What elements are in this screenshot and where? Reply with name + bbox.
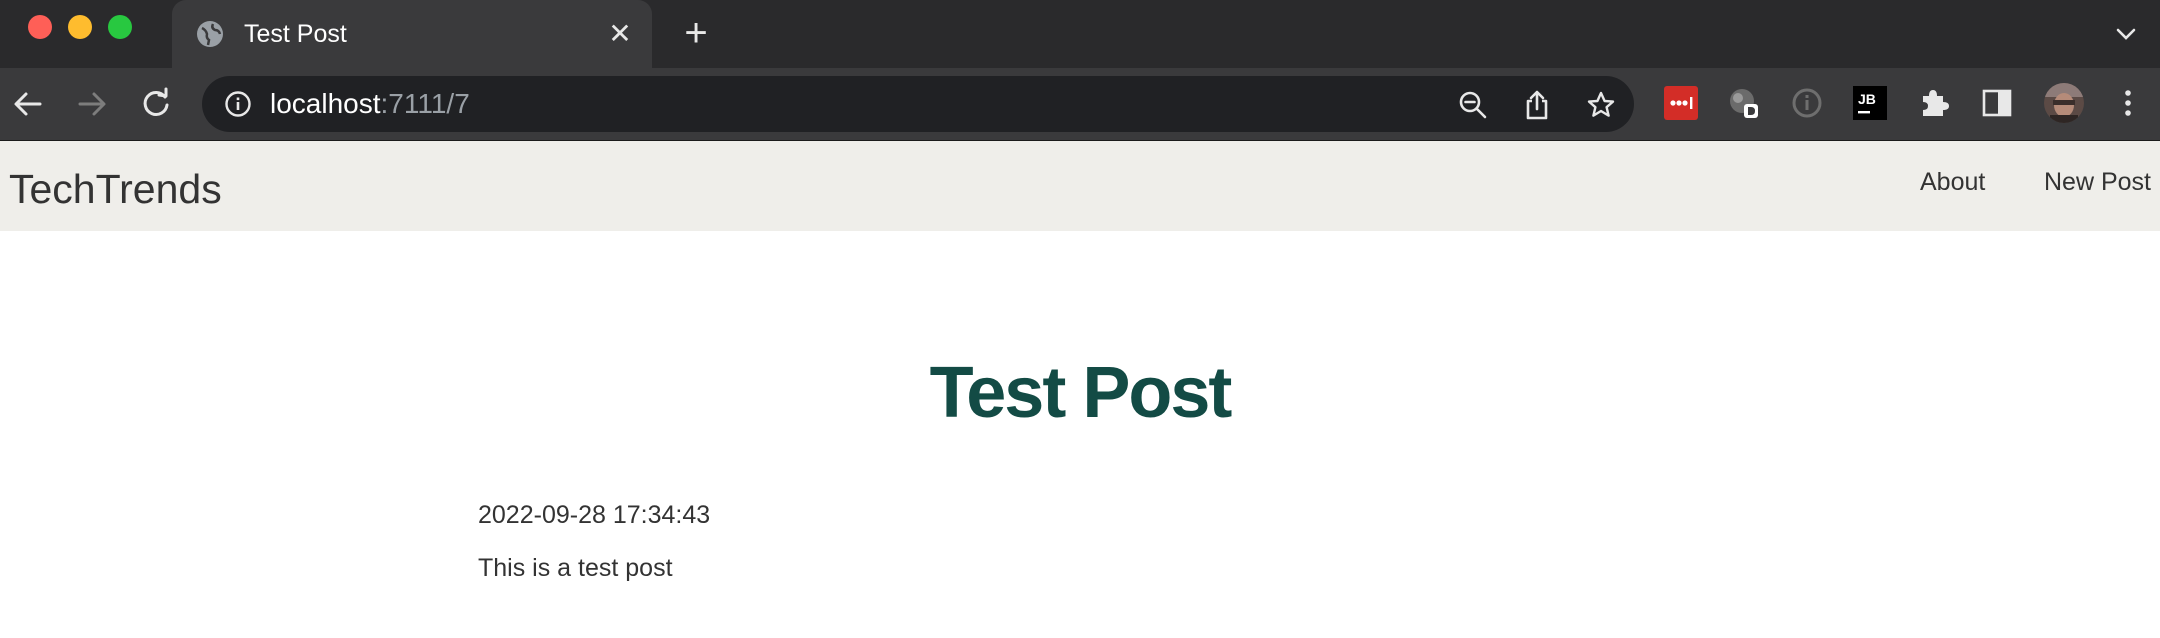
tab-title: Test Post (244, 20, 347, 48)
close-tab-icon[interactable]: ✕ (606, 20, 634, 48)
chevron-down-icon[interactable] (2112, 20, 2140, 48)
lastpass-icon[interactable] (1664, 86, 1698, 120)
nav-about-link[interactable]: About (1920, 166, 1985, 198)
url-text[interactable]: localhost:7111/7 (270, 88, 470, 120)
post-title: Test Post (929, 353, 1233, 433)
new-tab-button[interactable]: + (676, 13, 716, 54)
post-content: This is a test post (478, 554, 673, 582)
share-icon[interactable] (1522, 90, 1552, 120)
side-panel-icon[interactable] (1980, 86, 2014, 120)
browser-tab[interactable]: Test Post ✕ (172, 0, 652, 68)
site-brand-link[interactable]: TechTrends (9, 165, 222, 213)
url-host: localhost (270, 88, 381, 119)
profile-avatar-icon[interactable] (2044, 83, 2084, 123)
info-icon[interactable] (224, 90, 252, 118)
puzzle-icon[interactable] (1917, 86, 1951, 120)
browser-toolbar: localhost:7111/7 JB (0, 68, 2160, 140)
browser-tab-bar: Test Post ✕ + (0, 0, 2160, 68)
minimize-window-button[interactable] (68, 15, 92, 39)
star-icon[interactable] (1586, 90, 1616, 120)
nav-new-post-link[interactable]: New Post (2044, 166, 2151, 198)
zoom-out-icon[interactable] (1458, 90, 1488, 120)
extension-info-icon[interactable] (1790, 86, 1824, 120)
jetbrains-label: JB (1858, 91, 1876, 107)
forward-arrow-icon[interactable] (74, 86, 110, 122)
globe-icon (197, 21, 223, 47)
maximize-window-button[interactable] (108, 15, 132, 39)
post-timestamp: 2022-09-28 17:34:43 (478, 501, 711, 529)
site-navbar: TechTrends About New Post (0, 141, 2160, 231)
address-bar[interactable]: localhost:7111/7 (202, 76, 1634, 132)
more-menu-icon[interactable] (2110, 86, 2146, 120)
url-path: :7111/7 (380, 88, 470, 119)
close-window-button[interactable] (28, 15, 52, 39)
jetbrains-icon[interactable]: JB (1853, 86, 1887, 120)
extension-d-icon[interactable] (1727, 86, 1761, 120)
back-arrow-icon[interactable] (10, 86, 46, 122)
reload-icon[interactable] (138, 86, 174, 122)
